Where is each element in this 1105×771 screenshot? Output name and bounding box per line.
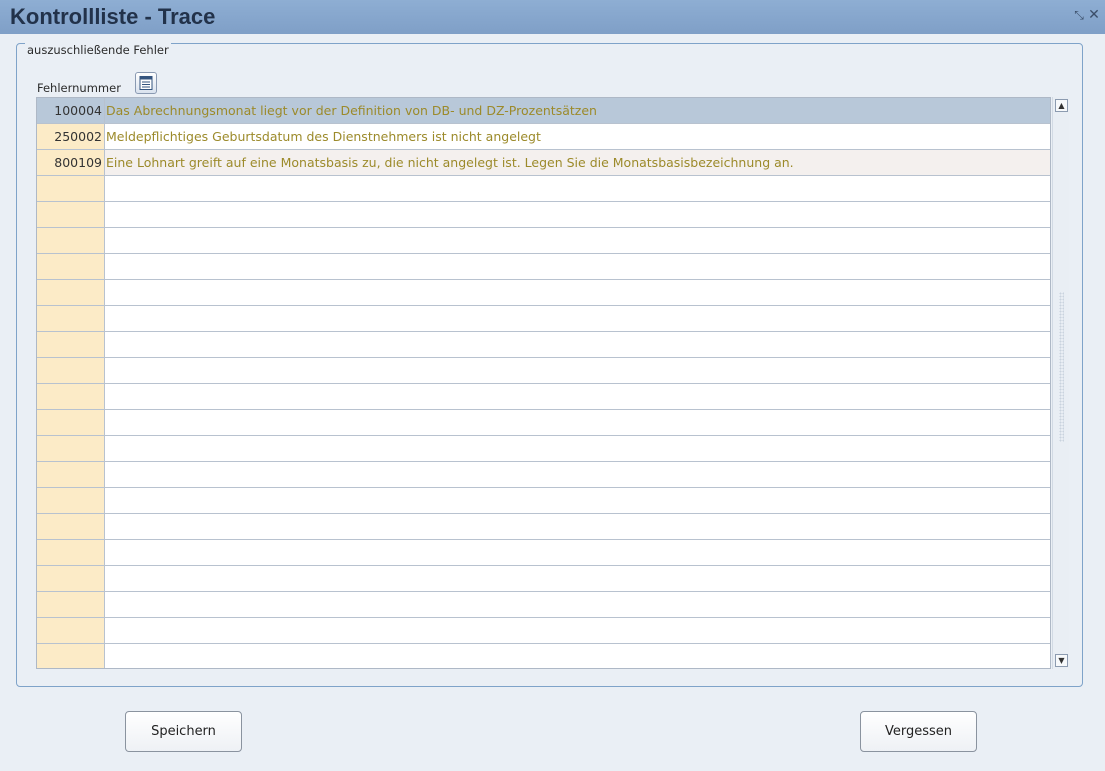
empty-table-row[interactable] <box>37 436 1050 462</box>
error-number-cell <box>37 306 105 331</box>
error-number-cell <box>37 462 105 487</box>
error-number-cell <box>37 176 105 201</box>
error-number-label: Fehlernummer <box>37 81 121 95</box>
error-number-cell <box>37 358 105 383</box>
error-number-cell <box>37 540 105 565</box>
error-text-cell: Meldepflichtiges Geburtsdatum des Dienst… <box>106 129 541 144</box>
error-number-cell <box>37 436 105 461</box>
error-number-cell <box>37 488 105 513</box>
window-title: Kontrollliste - Trace <box>10 4 216 29</box>
error-number-cell: 100004 <box>37 98 105 123</box>
error-number-cell <box>37 254 105 279</box>
scroll-down-button[interactable]: ▼ <box>1055 654 1068 667</box>
error-text-cell: Das Abrechnungsmonat liegt vor der Defin… <box>106 103 597 118</box>
error-number-cell <box>37 644 105 668</box>
error-number-cell <box>37 228 105 253</box>
scroll-grip[interactable] <box>1059 292 1064 442</box>
empty-table-row[interactable] <box>37 306 1050 332</box>
empty-table-row[interactable] <box>37 514 1050 540</box>
empty-table-row[interactable] <box>37 462 1050 488</box>
empty-table-row[interactable] <box>37 254 1050 280</box>
empty-table-row[interactable] <box>37 566 1050 592</box>
dialog-window: Kontrollliste - Trace ⤡ ✕ auszuschließen… <box>0 0 1105 771</box>
vertical-scrollbar[interactable]: ▲ ▼ <box>1052 97 1069 669</box>
error-number-cell: 800109 <box>37 150 105 175</box>
forget-button[interactable]: Vergessen <box>860 711 977 752</box>
error-number-cell <box>37 410 105 435</box>
save-button[interactable]: Speichern <box>125 711 242 752</box>
empty-table-row[interactable] <box>37 488 1050 514</box>
table-row[interactable]: 250002 Meldepflichtiges Geburtsdatum des … <box>37 124 1050 150</box>
error-number-cell <box>37 332 105 357</box>
scroll-up-button[interactable]: ▲ <box>1055 99 1068 112</box>
title-bar[interactable]: Kontrollliste - Trace ⤡ ✕ <box>0 0 1105 34</box>
group-legend: auszuschließende Fehler <box>25 43 171 57</box>
empty-table-row[interactable] <box>37 202 1050 228</box>
error-number-cell <box>37 566 105 591</box>
empty-table-row[interactable] <box>37 540 1050 566</box>
empty-table-row[interactable] <box>37 618 1050 644</box>
table-row[interactable]: 800109 Eine Lohnart greift auf eine Monat… <box>37 150 1050 176</box>
empty-table-row[interactable] <box>37 280 1050 306</box>
empty-table-row[interactable] <box>37 644 1050 668</box>
close-icon[interactable]: ✕ <box>1087 8 1101 22</box>
error-number-cell <box>37 514 105 539</box>
list-icon[interactable] <box>135 72 157 94</box>
error-grid[interactable]: 100004 Das Abrechnungsmonat liegt vor der… <box>36 97 1051 669</box>
error-number-cell <box>37 592 105 617</box>
empty-table-row[interactable] <box>37 358 1050 384</box>
restore-icon[interactable]: ⤡ <box>1072 8 1086 22</box>
error-text-cell: Eine Lohnart greift auf eine Monatsbasis… <box>106 155 794 170</box>
error-number-cell <box>37 384 105 409</box>
empty-table-row[interactable] <box>37 592 1050 618</box>
empty-table-row[interactable] <box>37 228 1050 254</box>
empty-table-row[interactable] <box>37 410 1050 436</box>
error-number-cell <box>37 618 105 643</box>
empty-table-row[interactable] <box>37 384 1050 410</box>
error-number-cell <box>37 280 105 305</box>
empty-table-row[interactable] <box>37 332 1050 358</box>
table-row[interactable]: 100004 Das Abrechnungsmonat liegt vor der… <box>37 98 1050 124</box>
error-number-cell: 250002 <box>37 124 105 149</box>
error-number-cell <box>37 202 105 227</box>
empty-table-row[interactable] <box>37 176 1050 202</box>
